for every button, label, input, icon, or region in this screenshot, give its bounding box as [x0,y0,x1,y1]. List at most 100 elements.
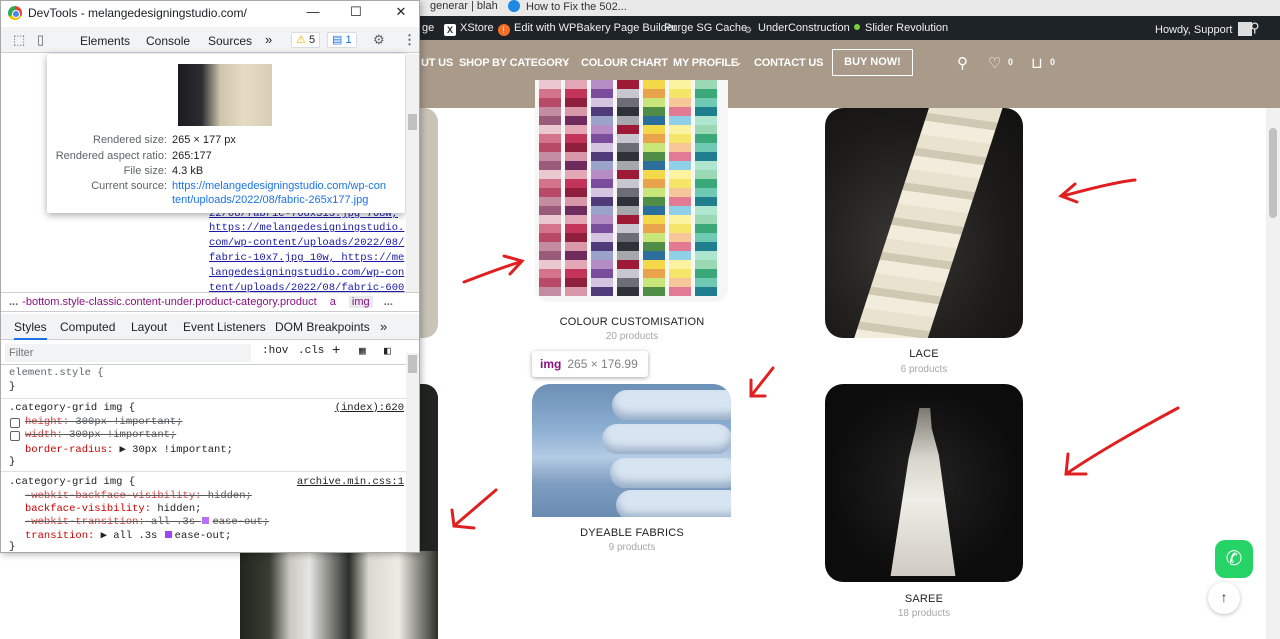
minimize-icon[interactable]: — [303,4,323,19]
adminbar-item-wpbakery[interactable]: Edit with WPBakery Page Builder [514,22,677,34]
annotation-arrow [749,366,775,398]
device-toolbar-icon[interactable]: ▯ [37,32,44,48]
kebab-menu-icon[interactable]: ⋮ [403,32,416,48]
tooltip-tag: img [540,357,562,371]
element-source-line[interactable]: fabric-10x7.jpg 10w, https://me [209,252,404,264]
tab-event-listeners[interactable]: Event Listeners [183,320,266,334]
css-declaration[interactable]: border-radius: ▶ 30px !important; [25,443,233,456]
inspect-element-icon[interactable]: ⬚ [13,32,25,48]
bookmark-fragment[interactable]: How to Fix the 502... [508,0,627,13]
rule-selector[interactable]: element.style { [9,367,104,379]
adminbar-greeting[interactable]: Howdy, Support [1155,22,1253,36]
devtools-titlebar[interactable]: DevTools - melangedesigningstudio.com/ —… [1,1,419,25]
styles-filter-input[interactable] [5,344,251,362]
declaration-checkbox[interactable] [10,431,20,441]
adminbar-item-purge-cache[interactable]: Purge SG Cache [664,22,747,34]
warning-icon: ⚠ [296,34,306,46]
category-image-saree[interactable] [825,384,1023,582]
breadcrumb-item-selected[interactable]: img [348,296,373,308]
gear-icon[interactable]: ⚙ [373,32,385,48]
adminbar-item-underconstruction[interactable]: ⚙ UnderConstruction [742,22,860,36]
nav-shop-by-category[interactable]: SHOP BY CATEGORY [459,57,569,69]
page-scrollbar[interactable] [1266,108,1280,639]
rule-selector[interactable]: .category-grid img { [9,402,135,414]
more-tabs-icon[interactable]: » [380,319,387,334]
search-icon[interactable]: ⚲ [1250,20,1260,36]
style-rule-element: element.style { } [1,366,406,399]
xstore-icon: X [444,24,456,36]
breadcrumb-overflow[interactable]: ... [384,296,393,308]
bookmark-fragment[interactable]: generar | blah [430,0,498,12]
warnings-badge[interactable]: ⚠ 5 [291,32,321,48]
breadcrumb-item[interactable]: -bottom.style-classic.content-under.prod… [22,296,317,308]
messages-badge[interactable]: ▤ 1 [327,32,357,48]
category-image-dyeable-fabrics[interactable] [532,384,731,517]
more-tabs-icon[interactable]: » [265,32,272,47]
easing-swatch-icon[interactable] [201,516,211,525]
category-image-colour-customisation[interactable] [535,80,728,302]
shopping-bag-icon[interactable]: ⊔ [1031,54,1043,72]
heart-icon[interactable]: ♡ [988,54,1001,72]
wishlist-count: 0 [1008,57,1014,67]
maximize-icon[interactable]: ☐ [346,4,366,20]
css-declaration[interactable]: -webkit-backface-visibility: hidden; [25,490,252,502]
css-declaration[interactable]: backface-visibility: hidden; [25,503,201,515]
rule-selector[interactable]: .category-grid img { [9,476,135,488]
nav-my-profile[interactable]: MY PROFILE [673,57,738,69]
class-toggle-button[interactable]: .cls [298,345,324,357]
css-declaration[interactable]: -webkit-transition: all .3s ease-out; [25,516,269,528]
devtools-window: DevTools - melangedesigningstudio.com/ —… [0,0,420,553]
css-declaration[interactable]: width: 300px !important; [25,429,176,441]
current-source-link[interactable]: tent/uploads/2022/08/fabric-265x177.jpg [172,194,368,206]
nav-colour-chart[interactable]: COLOUR CHART [581,57,668,69]
elements-scrollbar[interactable] [406,54,419,292]
tab-console[interactable]: Console [146,34,190,48]
css-declaration[interactable]: transition: ▶ all .3s ease-out; [25,529,231,542]
nav-about-us[interactable]: UT US [421,57,453,69]
category-title[interactable]: LACE [825,348,1023,360]
easing-swatch-icon[interactable] [163,530,173,539]
category-image-lace[interactable] [825,108,1023,338]
declaration-checkbox[interactable] [10,418,20,428]
tab-styles[interactable]: Styles [14,320,47,340]
current-source-link[interactable]: https://melangedesigningstudio.com/wp-co… [172,180,386,192]
tab-sources[interactable]: Sources [208,34,252,48]
adminbar-item[interactable]: ge [422,22,434,34]
tab-dom-breakpoints[interactable]: DOM Breakpoints [275,320,370,334]
adminbar-item-slider-revolution[interactable]: Slider Revolution [865,22,948,34]
category-image-partial[interactable] [420,108,438,338]
buy-now-button[interactable]: BUY NOW! [832,49,913,76]
category-title[interactable]: SAREE [825,593,1023,605]
scrollbar-thumb[interactable] [408,355,417,373]
scrollbar-thumb[interactable] [1269,128,1277,218]
hover-state-button[interactable]: :hov [262,345,288,357]
element-source-line[interactable]: https://melangedesigningstudio. [209,222,404,234]
tab-elements[interactable]: Elements [80,34,130,48]
element-source-line[interactable]: langedesigningstudio.com/wp-con [209,267,404,279]
scrollbar-thumb[interactable] [408,114,417,130]
breadcrumb-item[interactable]: a [330,296,336,308]
tab-computed[interactable]: Computed [60,320,115,334]
category-image-partial[interactable] [420,384,438,554]
rule-source-link[interactable]: (index):620 [335,402,404,414]
image-preview-popover: Rendered size: 265 × 177 px Rendered asp… [47,54,405,213]
styles-scrollbar[interactable] [406,353,419,552]
category-title[interactable]: DYEABLE FABRICS [532,527,732,539]
sidebar-toggle-icon[interactable]: ◧ [384,344,391,358]
adminbar-item-xstore[interactable]: X XStore! [444,22,514,36]
search-icon[interactable]: ⚲ [957,54,968,72]
new-rule-button[interactable]: + [332,343,340,359]
category-image-partial[interactable] [240,551,438,639]
back-to-top-button[interactable]: ↑ [1208,582,1240,614]
close-icon[interactable]: ✕ [391,4,411,20]
nav-contact-us[interactable]: CONTACT US [754,57,823,69]
category-title[interactable]: COLOUR CUSTOMISATION [532,316,732,328]
css-declaration[interactable]: height: 300px !important; [25,416,183,428]
element-source-line[interactable]: com/wp-content/uploads/2022/08/ [209,237,404,249]
breadcrumb-overflow[interactable]: ... [9,296,18,308]
tab-layout[interactable]: Layout [131,320,167,334]
paint-icon[interactable]: ▦ [359,344,366,358]
rule-source-link[interactable]: archive.min.css:1 [297,476,404,488]
whatsapp-icon[interactable]: ✆ [1215,540,1253,578]
element-dimension-tooltip: img 265 × 176.99 [532,351,648,377]
